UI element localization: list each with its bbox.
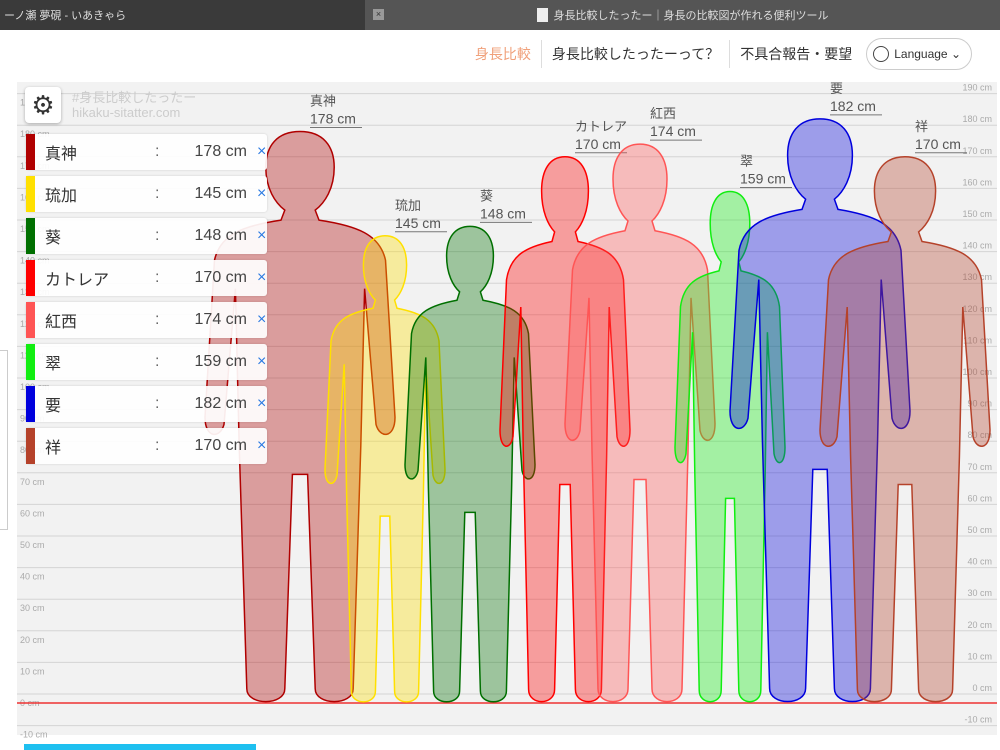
color-swatch[interactable] <box>26 428 35 464</box>
color-swatch[interactable] <box>26 218 35 254</box>
character-row[interactable]: 琉加 : 145 cm × <box>26 176 267 212</box>
separator: : <box>155 143 160 160</box>
character-name: 真神 <box>45 146 78 163</box>
side-panel-edge <box>0 350 8 530</box>
character-height-label: 148 cm <box>480 205 526 221</box>
bottom-banner[interactable] <box>24 744 256 750</box>
character-height-label: 178 cm <box>310 111 356 127</box>
y-tick-label-right: 180 cm <box>962 114 992 124</box>
settings-gear-icon[interactable]: ⚙ <box>25 87 61 123</box>
separator: : <box>155 395 160 412</box>
y-tick-label-right: 60 cm <box>967 493 992 503</box>
character-row[interactable]: 翠 : 159 cm × <box>26 344 267 380</box>
separator: : <box>155 311 160 328</box>
character-row[interactable]: カトレア : 170 cm × <box>26 260 267 296</box>
character-name-label: 琉加 <box>395 198 421 213</box>
y-tick-label-right: 190 cm <box>962 83 992 93</box>
delete-icon[interactable]: × <box>257 437 266 455</box>
character-name-label: 真神 <box>310 94 336 109</box>
character-row[interactable]: 真神 : 178 cm × <box>26 134 267 170</box>
y-tick-label-right: 0 cm <box>972 683 992 693</box>
character-name-label: カトレア <box>575 119 627 134</box>
character-name: 琉加 <box>45 188 78 205</box>
character-row[interactable]: 紅西 : 174 cm × <box>26 302 267 338</box>
color-swatch[interactable] <box>26 260 35 296</box>
character-name: 要 <box>45 398 62 415</box>
character-row[interactable]: 葵 : 148 cm × <box>26 218 267 254</box>
y-tick-label-left: 10 cm <box>20 666 45 676</box>
character-height: 182 cm <box>194 395 247 412</box>
y-tick-label-right: 10 cm <box>967 651 992 661</box>
character-height: 170 cm <box>194 437 247 454</box>
y-tick-label-right: 50 cm <box>967 525 992 535</box>
character-name-label: 紅西 <box>650 106 676 121</box>
character-height: 145 cm <box>194 185 247 202</box>
character-height-label: 145 cm <box>395 215 441 231</box>
character-height: 178 cm <box>194 143 247 160</box>
delete-icon[interactable]: × <box>257 143 266 161</box>
delete-icon[interactable]: × <box>257 227 266 245</box>
y-tick-label-right: 20 cm <box>967 620 992 630</box>
y-tick-label-right: 140 cm <box>962 241 992 251</box>
delete-icon[interactable]: × <box>257 269 266 287</box>
delete-icon[interactable]: × <box>257 311 266 329</box>
delete-icon[interactable]: × <box>257 185 266 203</box>
watermark-hashtag: #身長比較したったー <box>72 90 197 105</box>
y-tick-label-left: 50 cm <box>20 540 45 550</box>
character-height-label: 182 cm <box>830 98 876 114</box>
separator: : <box>155 269 160 286</box>
y-tick-label-right: 70 cm <box>967 462 992 472</box>
character-name: 紅西 <box>45 314 78 331</box>
color-swatch[interactable] <box>26 344 35 380</box>
character-name-label: 葵 <box>480 188 493 203</box>
watermark-url: hikaku-sitatter.com <box>72 105 181 120</box>
character-height: 170 cm <box>194 269 247 286</box>
character-name-label: 祥 <box>915 119 928 134</box>
y-tick-label-right: -10 cm <box>964 715 992 725</box>
character-name: 葵 <box>45 230 62 247</box>
delete-icon[interactable]: × <box>257 395 266 413</box>
color-swatch[interactable] <box>26 134 35 170</box>
character-row[interactable]: 要 : 182 cm × <box>26 386 267 422</box>
y-tick-label-right: 40 cm <box>967 557 992 567</box>
character-height: 159 cm <box>194 353 247 370</box>
y-tick-label-left: 20 cm <box>20 635 45 645</box>
character-height: 174 cm <box>194 311 247 328</box>
color-swatch[interactable] <box>26 302 35 338</box>
separator: : <box>155 227 160 244</box>
watermark: #身長比較したったー hikaku-sitatter.com <box>72 90 196 120</box>
character-height-label: 170 cm <box>575 136 621 152</box>
y-tick-label-right: 30 cm <box>967 588 992 598</box>
character-height-label: 159 cm <box>740 171 786 187</box>
character-row[interactable]: 祥 : 170 cm × <box>26 428 267 464</box>
character-list: 真神 : 178 cm × 琉加 : 145 cm × 葵 : 148 cm ×… <box>26 134 267 470</box>
character-name-label: 要 <box>830 81 843 96</box>
y-tick-label-left: 40 cm <box>20 572 45 582</box>
y-tick-label-left: 60 cm <box>20 508 45 518</box>
character-height: 148 cm <box>194 227 247 244</box>
separator: : <box>155 437 160 454</box>
separator: : <box>155 185 160 202</box>
character-name: 翠 <box>45 356 62 373</box>
color-swatch[interactable] <box>26 176 35 212</box>
y-tick-label-left: 30 cm <box>20 603 45 613</box>
character-height-label: 170 cm <box>915 136 961 152</box>
y-tick-label-left: -10 cm <box>20 730 48 740</box>
color-swatch[interactable] <box>26 386 35 422</box>
y-tick-label-right: 150 cm <box>962 209 992 219</box>
character-height-label: 174 cm <box>650 123 696 139</box>
delete-icon[interactable]: × <box>257 353 266 371</box>
character-name: カトレア <box>45 272 110 289</box>
y-tick-label-left: 70 cm <box>20 477 45 487</box>
y-tick-label-right: 160 cm <box>962 177 992 187</box>
y-tick-label-right: 170 cm <box>962 146 992 156</box>
character-name: 祥 <box>45 440 62 457</box>
character-name-label: 翠 <box>740 154 753 169</box>
separator: : <box>155 353 160 370</box>
